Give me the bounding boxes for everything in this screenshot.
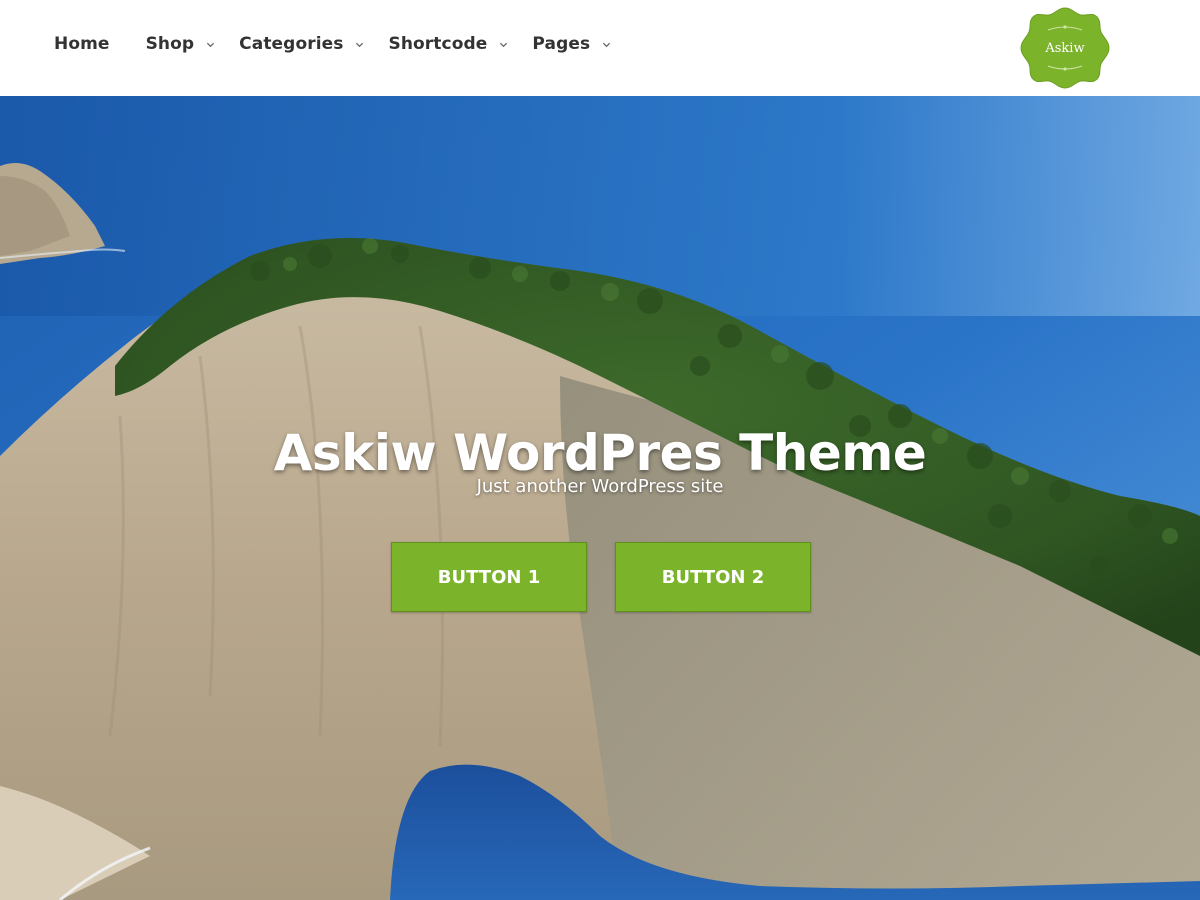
- nav-label: Pages: [532, 34, 591, 54]
- hero-button-group: BUTTON 1 BUTTON 2: [391, 542, 811, 612]
- nav-item-shop[interactable]: Shop: [146, 34, 216, 54]
- nav-item-pages[interactable]: Pages: [532, 34, 611, 54]
- hero-tagline: Just another WordPress site: [476, 476, 724, 497]
- main-navigation: Home Shop Categories Shortcode Pages: [54, 34, 635, 54]
- hero-title: Askiw WordPres Theme: [273, 423, 927, 482]
- site-header: Home Shop Categories Shortcode Pages Ask…: [0, 0, 1200, 96]
- nav-label: Home: [54, 34, 110, 54]
- nav-item-shortcode[interactable]: Shortcode: [388, 34, 508, 54]
- nav-item-home[interactable]: Home: [54, 34, 110, 54]
- hero-banner: Askiw WordPres Theme Just another WordPr…: [0, 96, 1200, 900]
- hero-button-1[interactable]: BUTTON 1: [391, 542, 587, 612]
- nav-label: Shop: [145, 34, 195, 54]
- site-logo[interactable]: Askiw: [1020, 6, 1110, 90]
- hero-button-2[interactable]: BUTTON 2: [615, 542, 811, 612]
- chevron-down-icon: [206, 40, 215, 49]
- hero-background-image: [0, 96, 1200, 900]
- logo-badge-shape: [1020, 7, 1110, 89]
- chevron-down-icon: [602, 40, 611, 49]
- nav-item-categories[interactable]: Categories: [239, 34, 364, 54]
- nav-label: Categories: [239, 34, 344, 54]
- chevron-down-icon: [499, 40, 508, 49]
- nav-label: Shortcode: [388, 34, 488, 54]
- chevron-down-icon: [355, 40, 364, 49]
